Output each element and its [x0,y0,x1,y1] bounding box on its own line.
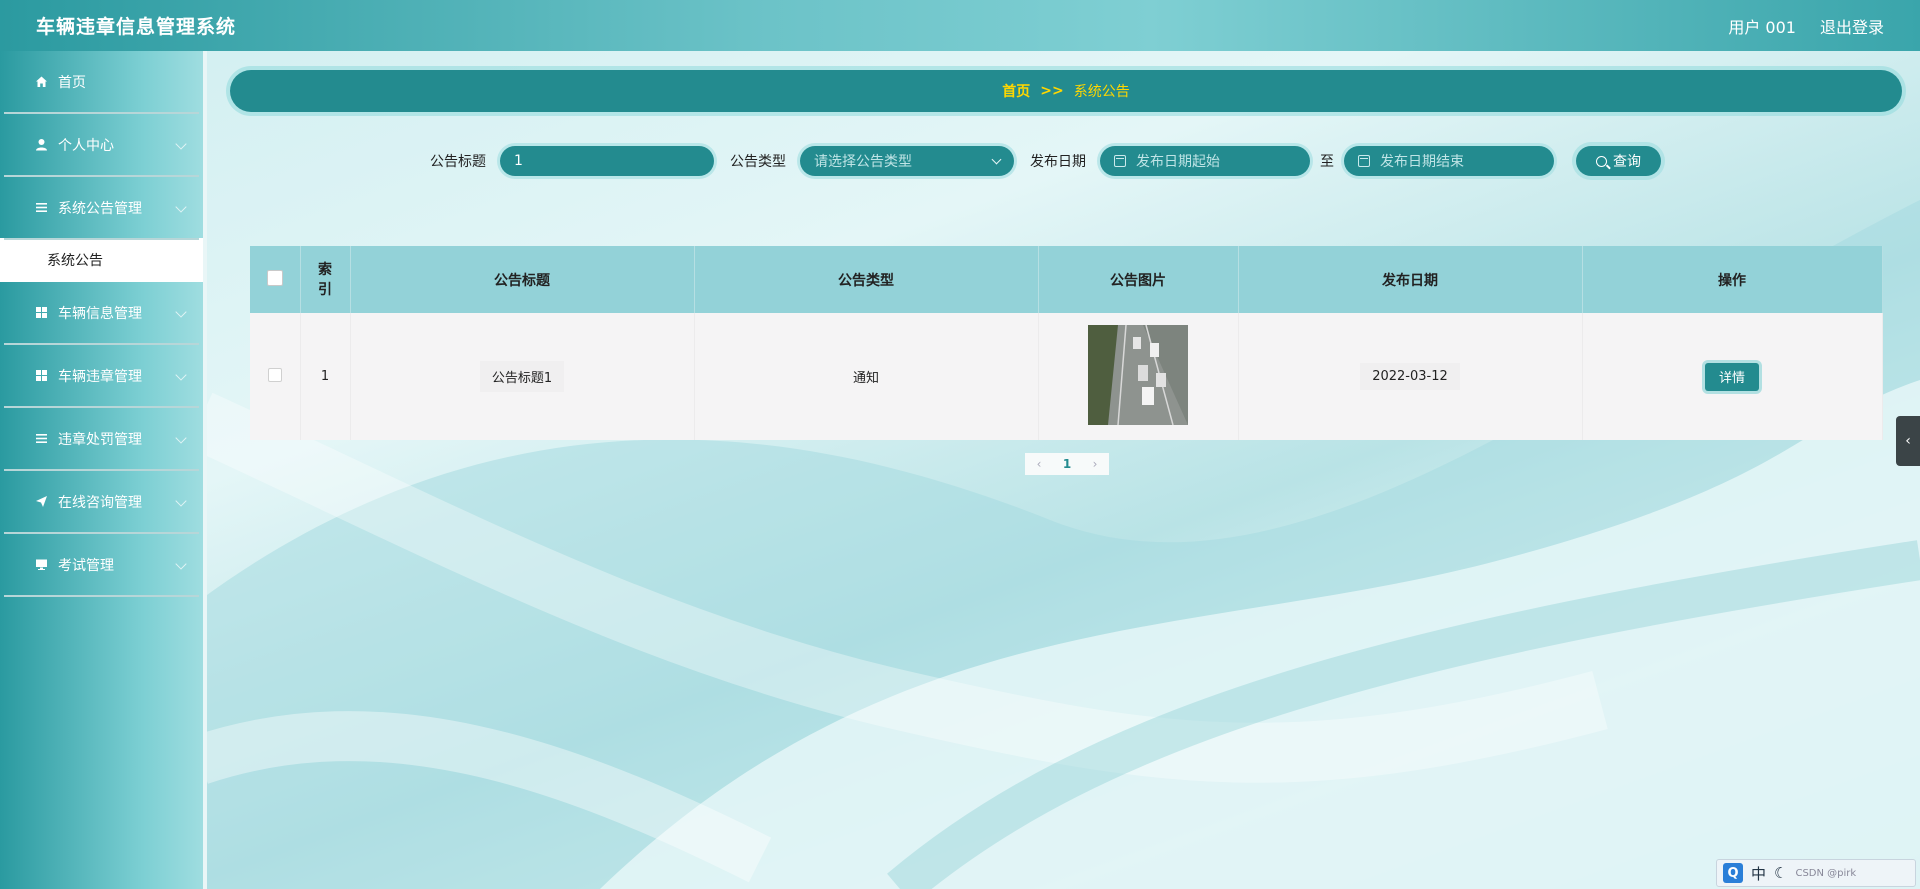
table-header-row: 索引 公告标题 公告类型 公告图片 发布日期 操作 [250,246,1883,313]
chevron-down-icon [175,495,187,507]
search-icon [1596,155,1607,167]
grid-icon [34,369,48,383]
home-icon [34,75,48,89]
ime-language-toggle[interactable]: 中 [1751,863,1766,884]
breadcrumb-separator: >> [1040,83,1064,99]
select-all-cell [250,246,301,313]
logout-link[interactable]: 退出登录 [1820,14,1884,38]
sidebar-item-exam-management[interactable]: 考试管理 [4,534,199,597]
title-filter-input[interactable] [514,153,700,169]
chevron-down-icon [991,154,1002,164]
date-end-placeholder: 发布日期结束 [1380,154,1464,170]
sidebar-item-label: 车辆信息管理 [58,305,142,322]
sidebar-item-label: 考试管理 [58,557,114,574]
collapse-handle[interactable]: ‹ [1896,416,1920,466]
sidebar-item-label: 首页 [58,74,86,91]
ime-logo-icon[interactable]: Q [1723,863,1743,883]
sidebar-item-label: 系统公告管理 [58,200,142,217]
top-header: 车辆违章信息管理系统 用户 001 退出登录 [0,0,1920,51]
moon-icon[interactable]: ☾ [1774,864,1787,882]
chevron-down-icon [175,369,187,381]
breadcrumb-current: 系统公告 [1073,84,1130,100]
breadcrumb-home-link[interactable]: 首页 [1002,81,1030,101]
sidebar-item-vehicle-info[interactable]: 车辆信息管理 [4,282,199,345]
row-date: 2022-03-12 [1360,363,1460,390]
date-start-field[interactable]: 发布日期起始 [1100,146,1310,176]
row-title-cell: 公告标题1 [350,313,695,440]
row-type: 通知 [694,313,1039,440]
title-filter-label: 公告标题 [430,154,486,170]
row-checkbox[interactable] [267,367,282,382]
header-user-area: 用户 001 退出登录 [1728,14,1884,38]
background-waves [187,200,1920,889]
announcement-thumbnail[interactable] [1088,324,1188,425]
sidebar-item-label: 个人中心 [58,137,114,154]
query-button[interactable]: 查询 [1576,146,1661,176]
ime-toolbar: Q 中 ☾ CSDN @pirk [1716,859,1916,887]
chevron-down-icon [175,432,187,444]
calendar-icon [1358,155,1370,167]
title-filter-field [500,146,714,176]
date-end-field[interactable]: 发布日期结束 [1344,146,1554,176]
select-all-checkbox[interactable] [266,269,283,286]
prev-page-button[interactable]: ‹ [1025,453,1053,475]
sidebar-item-label: 在线咨询管理 [58,494,142,511]
send-icon [34,495,48,509]
row-index: 1 [300,313,351,440]
column-header-date: 发布日期 [1238,246,1583,313]
query-button-label: 查询 [1613,154,1641,170]
table-row: 1 公告标题1 通知 2022-03-12 详情 [250,313,1883,440]
pagination: ‹ 1 › [1025,453,1109,475]
sidebar-item-announcement-management[interactable]: 系统公告管理 [4,177,199,240]
calendar-icon [1114,155,1126,167]
watermark-text: CSDN @pirk [1795,867,1857,879]
column-header-index: 索引 [300,246,351,313]
user-icon [34,138,48,152]
sidebar-item-personal-center[interactable]: 个人中心 [4,114,199,177]
row-image-cell [1038,313,1239,440]
monitor-icon [34,558,48,572]
detail-button[interactable]: 详情 [1704,362,1759,391]
type-filter-placeholder: 请选择公告类型 [814,154,912,170]
app-title: 车辆违章信息管理系统 [36,16,237,38]
sidebar-item-label: 违章处罚管理 [58,431,142,448]
page-number[interactable]: 1 [1053,453,1081,475]
announcement-table: 索引 公告标题 公告类型 公告图片 发布日期 操作 1 公告标题1 通知 202… [250,246,1883,440]
type-filter-label: 公告类型 [730,154,786,170]
row-select-cell [250,313,301,440]
sidebar-item-label: 车辆违章管理 [58,368,142,385]
date-range-separator: 至 [1320,154,1334,170]
chevron-down-icon [175,558,187,570]
type-filter-select[interactable]: 请选择公告类型 [800,146,1014,176]
date-filter-label: 发布日期 [1030,154,1086,170]
list-icon [34,432,48,446]
next-page-button[interactable]: › [1081,453,1109,475]
sidebar: 首页 个人中心 系统公告管理 系统公告 车辆信息管理 车辆违章管理 违章处罚管理 [0,51,207,889]
chevron-down-icon [175,138,187,150]
column-header-title: 公告标题 [350,246,695,313]
sidebar-item-online-consult[interactable]: 在线咨询管理 [4,471,199,534]
column-header-image: 公告图片 [1038,246,1239,313]
grid-icon [34,306,48,320]
row-date-cell: 2022-03-12 [1238,313,1583,440]
chevron-left-icon: ‹ [1905,433,1911,449]
row-title: 公告标题1 [479,361,565,392]
list-icon [34,201,48,215]
chevron-down-icon [175,201,187,213]
chevron-down-icon [175,306,187,318]
sidebar-item-violation-penalty[interactable]: 违章处罚管理 [4,408,199,471]
breadcrumb: 首页 >> 系统公告 [230,70,1902,112]
row-action-cell: 详情 [1582,313,1883,440]
user-label: 用户 001 [1728,17,1796,37]
sidebar-item-home[interactable]: 首页 [4,51,199,114]
date-start-placeholder: 发布日期起始 [1136,154,1220,170]
column-header-type: 公告类型 [694,246,1039,313]
sidebar-item-vehicle-violation[interactable]: 车辆违章管理 [4,345,199,408]
search-form: 公告标题 公告类型 请选择公告类型 发布日期 发布日期起始 至 发布日期结束 查… [430,143,1661,179]
submenu-item-announcement[interactable]: 系统公告 [0,238,203,282]
column-header-action: 操作 [1582,246,1883,313]
